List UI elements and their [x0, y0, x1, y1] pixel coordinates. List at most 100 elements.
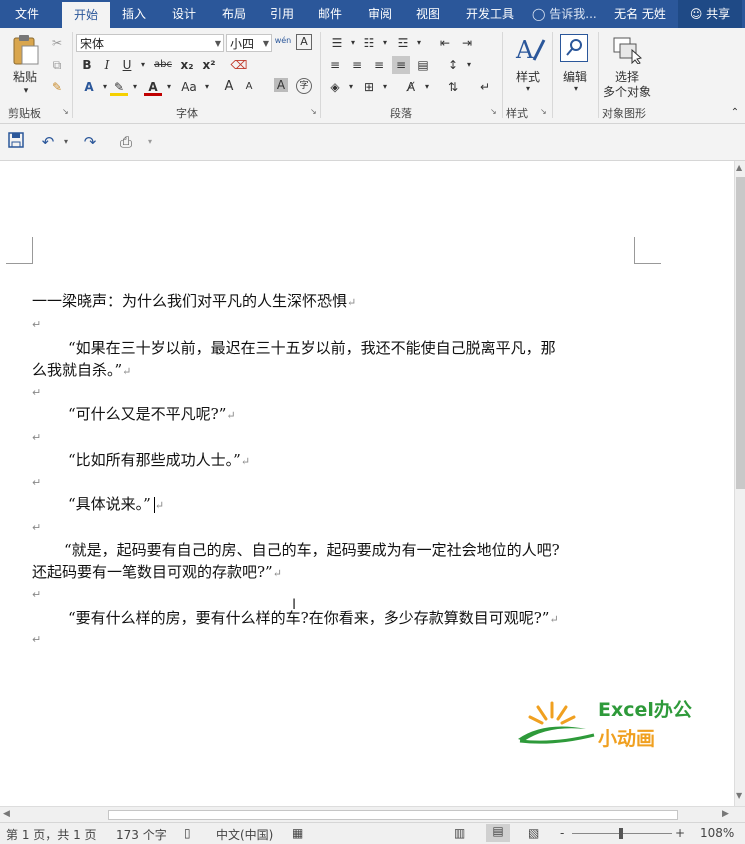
copy-icon[interactable]: ⧉	[48, 56, 66, 74]
chevron-down-icon[interactable]: ▾	[568, 84, 584, 93]
select-line2[interactable]: 多个对象	[600, 83, 654, 100]
font-launcher-icon[interactable]: ↘	[310, 108, 318, 116]
horizontal-scrollbar[interactable]: ◀ ▶	[0, 806, 745, 823]
character-shading-icon[interactable]: A	[274, 78, 288, 92]
align-right-icon[interactable]: ≡	[370, 56, 388, 74]
character-border-icon[interactable]: A	[296, 34, 312, 50]
undo-icon[interactable]: ↶	[38, 132, 58, 152]
paragraph-text[interactable]: “就是，起码要有自己的房、自己的车，起码要成为有一定社会地位的人吧?	[64, 539, 560, 560]
cut-icon[interactable]: ✂	[48, 34, 66, 52]
italic-button[interactable]: I	[98, 56, 116, 74]
font-size-combo[interactable]: 小四 ▼	[226, 34, 272, 52]
zoom-slider-thumb[interactable]	[619, 828, 623, 839]
document-area[interactable]: 一一梁晓声：为什么我们对平凡的人生深怀恐惧↵ ↵ “如果在三十岁以前，最迟在三十…	[0, 161, 734, 806]
select-objects-icon[interactable]	[612, 36, 643, 65]
menu-references[interactable]: 引用	[260, 0, 304, 28]
proofing-icon[interactable]: ▯	[184, 826, 191, 840]
paste-dropdown[interactable]: ▾	[18, 86, 34, 96]
chevron-down-icon[interactable]: ▾	[410, 34, 428, 52]
menu-home[interactable]: 开始	[62, 2, 110, 28]
sort-icon[interactable]: ⇅	[444, 78, 462, 96]
chevron-down-icon[interactable]: ▾	[460, 56, 478, 74]
share-button[interactable]: ☺ 共享	[678, 0, 742, 28]
editing-button[interactable]: 编辑	[558, 68, 592, 85]
zoom-out-button[interactable]: -	[560, 826, 564, 840]
paragraph-text[interactable]: 么我就自杀。”↵	[32, 359, 131, 380]
paragraph-text[interactable]: “具体说来。” ↵	[68, 493, 164, 514]
scroll-up-icon[interactable]: ▲	[736, 163, 742, 172]
word-count[interactable]: 173 个字	[116, 826, 167, 843]
styles-button[interactable]: 样式	[510, 68, 546, 85]
paragraph-title[interactable]: 一一梁晓声：为什么我们对平凡的人生深怀恐惧↵	[32, 290, 356, 311]
scroll-right-icon[interactable]: ▶	[722, 809, 729, 819]
zoom-level[interactable]: 108%	[700, 826, 734, 840]
chevron-down-icon[interactable]: ▾	[198, 78, 216, 96]
menu-layout[interactable]: 布局	[212, 0, 256, 28]
clipboard-launcher-icon[interactable]: ↘	[62, 108, 70, 116]
scroll-left-icon[interactable]: ◀	[3, 809, 10, 819]
styles-launcher-icon[interactable]: ↘	[540, 108, 548, 116]
strikethrough-button[interactable]: abc	[150, 56, 176, 74]
search-icon[interactable]	[560, 34, 588, 62]
shrink-font-button[interactable]: A	[240, 78, 258, 96]
paste-button[interactable]: 粘贴	[10, 68, 40, 85]
paragraph-text[interactable]: “可什么又是不平凡呢?”↵	[68, 403, 236, 424]
chevron-down-icon[interactable]: ▾	[56, 132, 76, 152]
paragraph-text[interactable]: “要有什么样的房，要有什么样的车?在你看来，多少存款算数目可观呢?”↵	[68, 607, 559, 628]
menu-review[interactable]: 审阅	[358, 0, 402, 28]
read-mode-icon[interactable]: ▥	[454, 826, 465, 840]
increase-indent-icon[interactable]: ⇥	[458, 34, 476, 52]
menu-insert[interactable]: 插入	[112, 0, 156, 28]
subscript-button[interactable]: x₂	[178, 56, 196, 74]
page-count[interactable]: 第 1 页，共 1 页	[6, 826, 97, 843]
customize-qat-icon[interactable]: ▾	[140, 132, 160, 152]
paragraph-launcher-icon[interactable]: ↘	[490, 108, 498, 116]
phonetic-guide-icon[interactable]: wén	[274, 32, 292, 50]
chevron-down-icon[interactable]: ▾	[418, 78, 436, 96]
tell-me-box[interactable]: ◯ 告诉我...	[532, 0, 604, 28]
align-center-icon[interactable]: ≡	[348, 56, 366, 74]
zoom-in-button[interactable]: +	[675, 826, 685, 840]
user-name[interactable]: 无名 无姓	[608, 0, 672, 28]
menu-design[interactable]: 设计	[162, 0, 206, 28]
vertical-scroll-thumb[interactable]	[736, 177, 745, 489]
print-preview-icon[interactable]: ⎙	[116, 132, 136, 152]
macro-icon[interactable]: ▦	[292, 826, 303, 840]
align-left-icon[interactable]: ≡	[326, 56, 344, 74]
paragraph-text[interactable]: “如果在三十岁以前，最迟在三十五岁以前，我还不能使自己脱离平凡，那	[68, 337, 556, 358]
enclose-characters-icon[interactable]: 字	[296, 78, 312, 94]
web-layout-icon[interactable]: ▧	[528, 826, 539, 840]
paragraph-text[interactable]: 还起码要有一笔数目可观的存款吧?”↵	[32, 561, 282, 582]
distributed-icon[interactable]: ▤	[414, 56, 432, 74]
styles-icon[interactable]: A	[512, 34, 546, 64]
chevron-down-icon[interactable]: ▾	[342, 78, 360, 96]
grow-font-button[interactable]: A	[220, 78, 238, 96]
redo-icon[interactable]: ↷	[80, 132, 100, 152]
change-case-button[interactable]: Aa	[178, 78, 200, 96]
menu-mailings[interactable]: 邮件	[308, 0, 352, 28]
paste-icon[interactable]	[8, 34, 44, 66]
menu-developer[interactable]: 开发工具	[458, 0, 522, 28]
clear-formatting-icon[interactable]: ⌫	[230, 56, 248, 74]
language-indicator[interactable]: 中文(中国)	[216, 826, 273, 843]
print-layout-icon[interactable]: ▤	[486, 824, 510, 842]
chevron-down-icon[interactable]: ▾	[376, 78, 394, 96]
chevron-down-icon[interactable]: ▾	[126, 78, 144, 96]
paragraph-text[interactable]: “比如所有那些成功人士。”↵	[68, 449, 250, 470]
superscript-button[interactable]: x²	[200, 56, 218, 74]
show-marks-icon[interactable]: ↵	[476, 78, 494, 96]
justify-icon[interactable]: ≡	[392, 56, 410, 74]
vertical-scrollbar[interactable]: ▲ ▼	[734, 161, 745, 806]
collapse-ribbon-icon[interactable]: ⌃	[726, 104, 744, 122]
chevron-down-icon[interactable]: ▾	[160, 78, 178, 96]
chevron-down-icon[interactable]: ▾	[376, 34, 394, 52]
save-icon[interactable]	[6, 132, 26, 152]
scroll-down-icon[interactable]: ▼	[736, 791, 742, 800]
chevron-down-icon[interactable]: ▾	[520, 84, 536, 93]
menu-file[interactable]: 文件	[2, 0, 52, 28]
font-name-combo[interactable]: 宋体 ▼	[76, 34, 224, 52]
decrease-indent-icon[interactable]: ⇤	[436, 34, 454, 52]
menu-view[interactable]: 视图	[406, 0, 450, 28]
horizontal-scroll-thumb[interactable]	[108, 810, 678, 820]
format-painter-icon[interactable]: ✎	[48, 78, 66, 96]
